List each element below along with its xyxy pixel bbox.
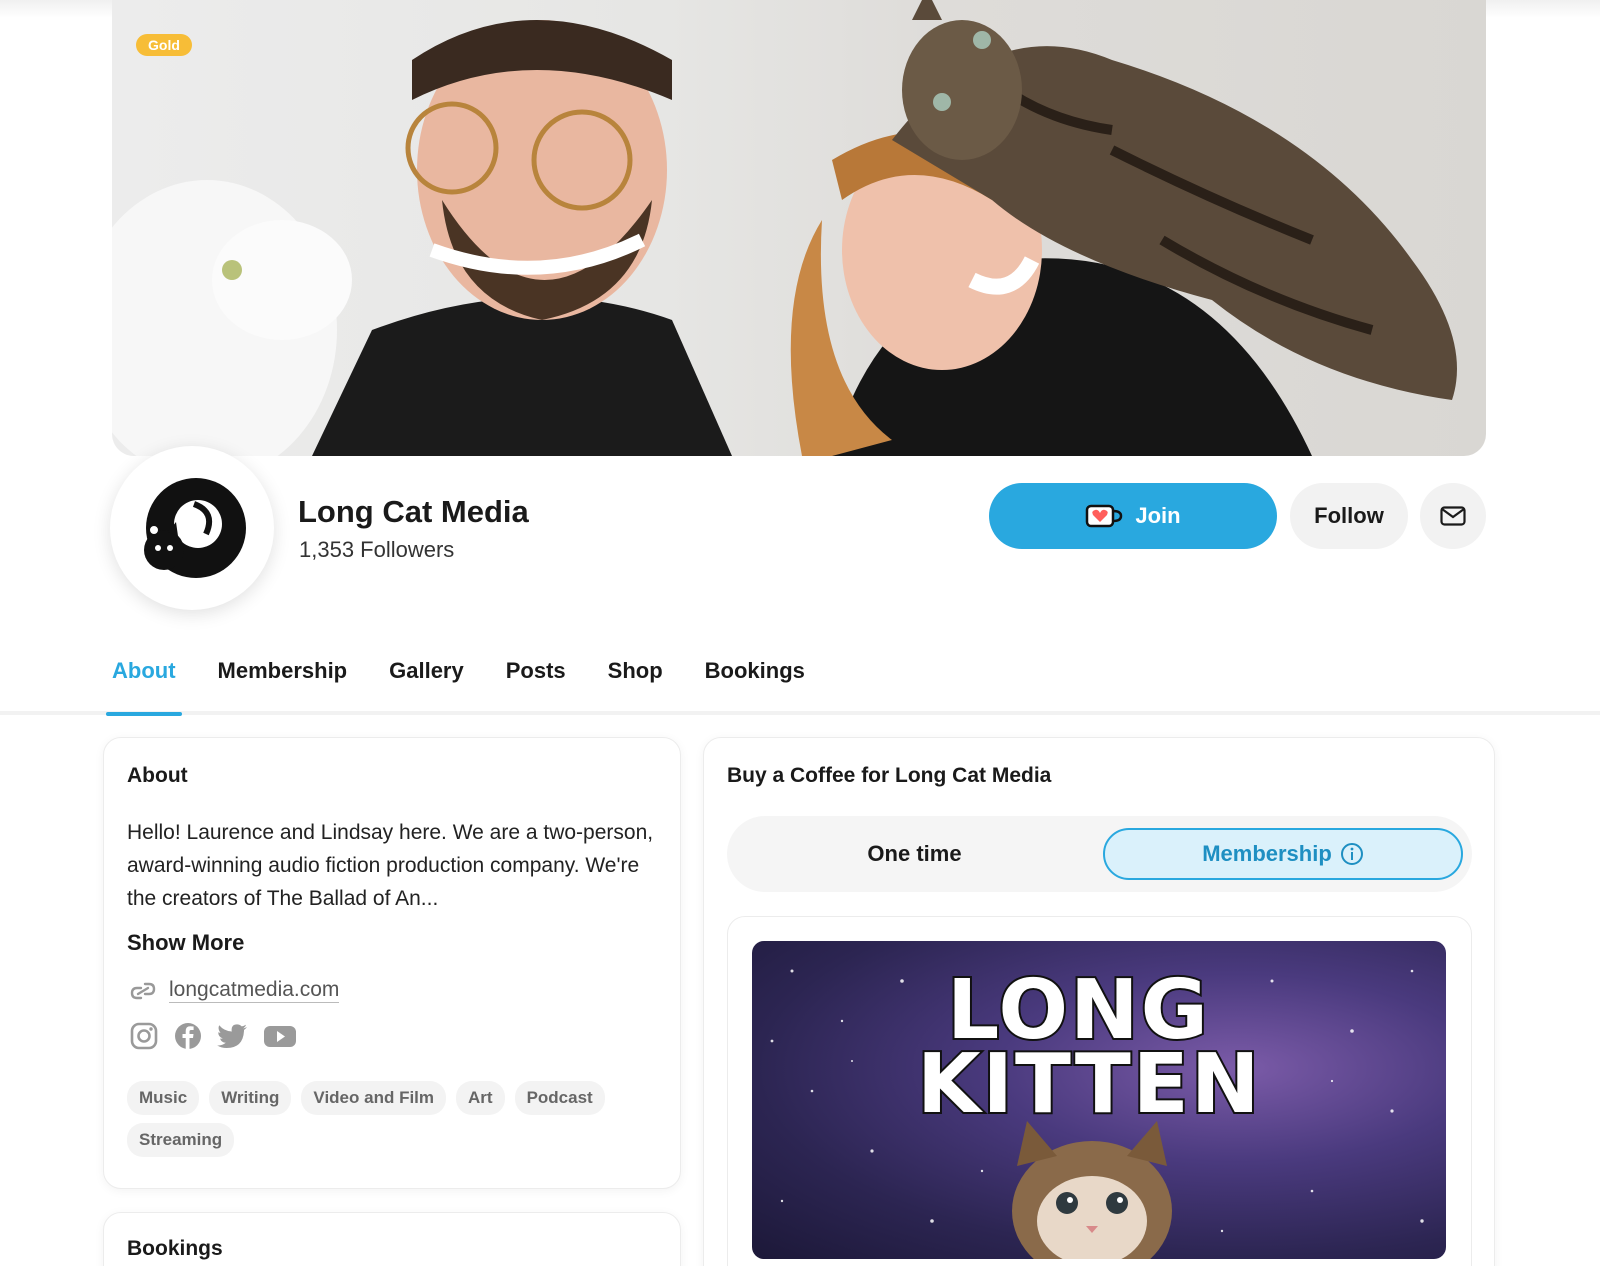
tag-chip[interactable]: Video and Film xyxy=(301,1081,447,1115)
instagram-icon[interactable] xyxy=(129,1021,159,1051)
tag-chip[interactable]: Music xyxy=(127,1081,200,1115)
twitter-icon[interactable] xyxy=(217,1021,249,1051)
creator-avatar[interactable] xyxy=(110,446,274,610)
buy-coffee-title: Buy a Coffee for Long Cat Media xyxy=(727,764,1052,787)
join-button[interactable]: Join xyxy=(989,483,1277,549)
creator-name: Long Cat Media xyxy=(298,494,529,529)
cover-illustration xyxy=(112,0,1457,456)
one-time-option[interactable]: One time xyxy=(727,816,1102,892)
youtube-icon[interactable] xyxy=(263,1021,297,1051)
long-cat-logo-icon xyxy=(144,478,246,578)
facebook-icon[interactable] xyxy=(173,1021,203,1051)
tab-shop[interactable]: Shop xyxy=(602,648,669,716)
profile-tabs: About Membership Gallery Posts Shop Book… xyxy=(106,648,841,716)
buy-coffee-card: Buy a Coffee for Long Cat Media One time… xyxy=(703,737,1495,1266)
follow-button[interactable]: Follow xyxy=(1290,483,1408,549)
about-description: Hello! Laurence and Lindsay here. We are… xyxy=(127,821,654,910)
about-card: About Hello! Laurence and Lindsay here. … xyxy=(103,737,681,1189)
tab-gallery[interactable]: Gallery xyxy=(383,648,470,716)
tag-chip[interactable]: Streaming xyxy=(127,1123,235,1157)
membership-tier-card[interactable]: LONG KITTEN xyxy=(727,916,1472,1266)
payment-type-toggle: One time Membership xyxy=(727,816,1472,892)
membership-option-label: Membership xyxy=(1202,841,1332,866)
tag-chip[interactable]: Art xyxy=(456,1081,505,1115)
category-tags: Music Writing Video and Film Art Podcast… xyxy=(127,1081,647,1157)
join-label: Join xyxy=(1135,503,1181,528)
follower-count: 1,353 Followers xyxy=(299,537,455,562)
social-links xyxy=(129,1021,297,1051)
about-title: About xyxy=(127,764,188,787)
bookings-card: Bookings xyxy=(103,1212,681,1266)
tab-about[interactable]: About xyxy=(106,648,182,716)
tag-chip[interactable]: Writing xyxy=(209,1081,292,1115)
tab-bookings[interactable]: Bookings xyxy=(699,648,811,716)
mail-icon xyxy=(1440,506,1466,526)
info-icon[interactable] xyxy=(1340,842,1364,866)
bookings-title: Bookings xyxy=(127,1237,223,1260)
website-link[interactable]: longcatmedia.com xyxy=(129,978,340,1003)
website-url: longcatmedia.com xyxy=(169,978,340,1003)
coffee-cup-heart-icon xyxy=(1086,504,1123,528)
message-button[interactable] xyxy=(1420,483,1486,549)
membership-option[interactable]: Membership xyxy=(1103,828,1463,880)
link-icon xyxy=(130,982,156,999)
tier-image-title-line2: KITTEN xyxy=(915,1035,1262,1134)
show-more-link[interactable]: Show More xyxy=(127,930,244,956)
cover-photo: Gold xyxy=(112,0,1486,456)
gold-badge: Gold xyxy=(136,34,192,56)
tier-image: LONG KITTEN xyxy=(752,941,1446,1259)
tab-membership[interactable]: Membership xyxy=(212,648,354,716)
tag-chip[interactable]: Podcast xyxy=(514,1081,605,1115)
tab-posts[interactable]: Posts xyxy=(500,648,572,716)
